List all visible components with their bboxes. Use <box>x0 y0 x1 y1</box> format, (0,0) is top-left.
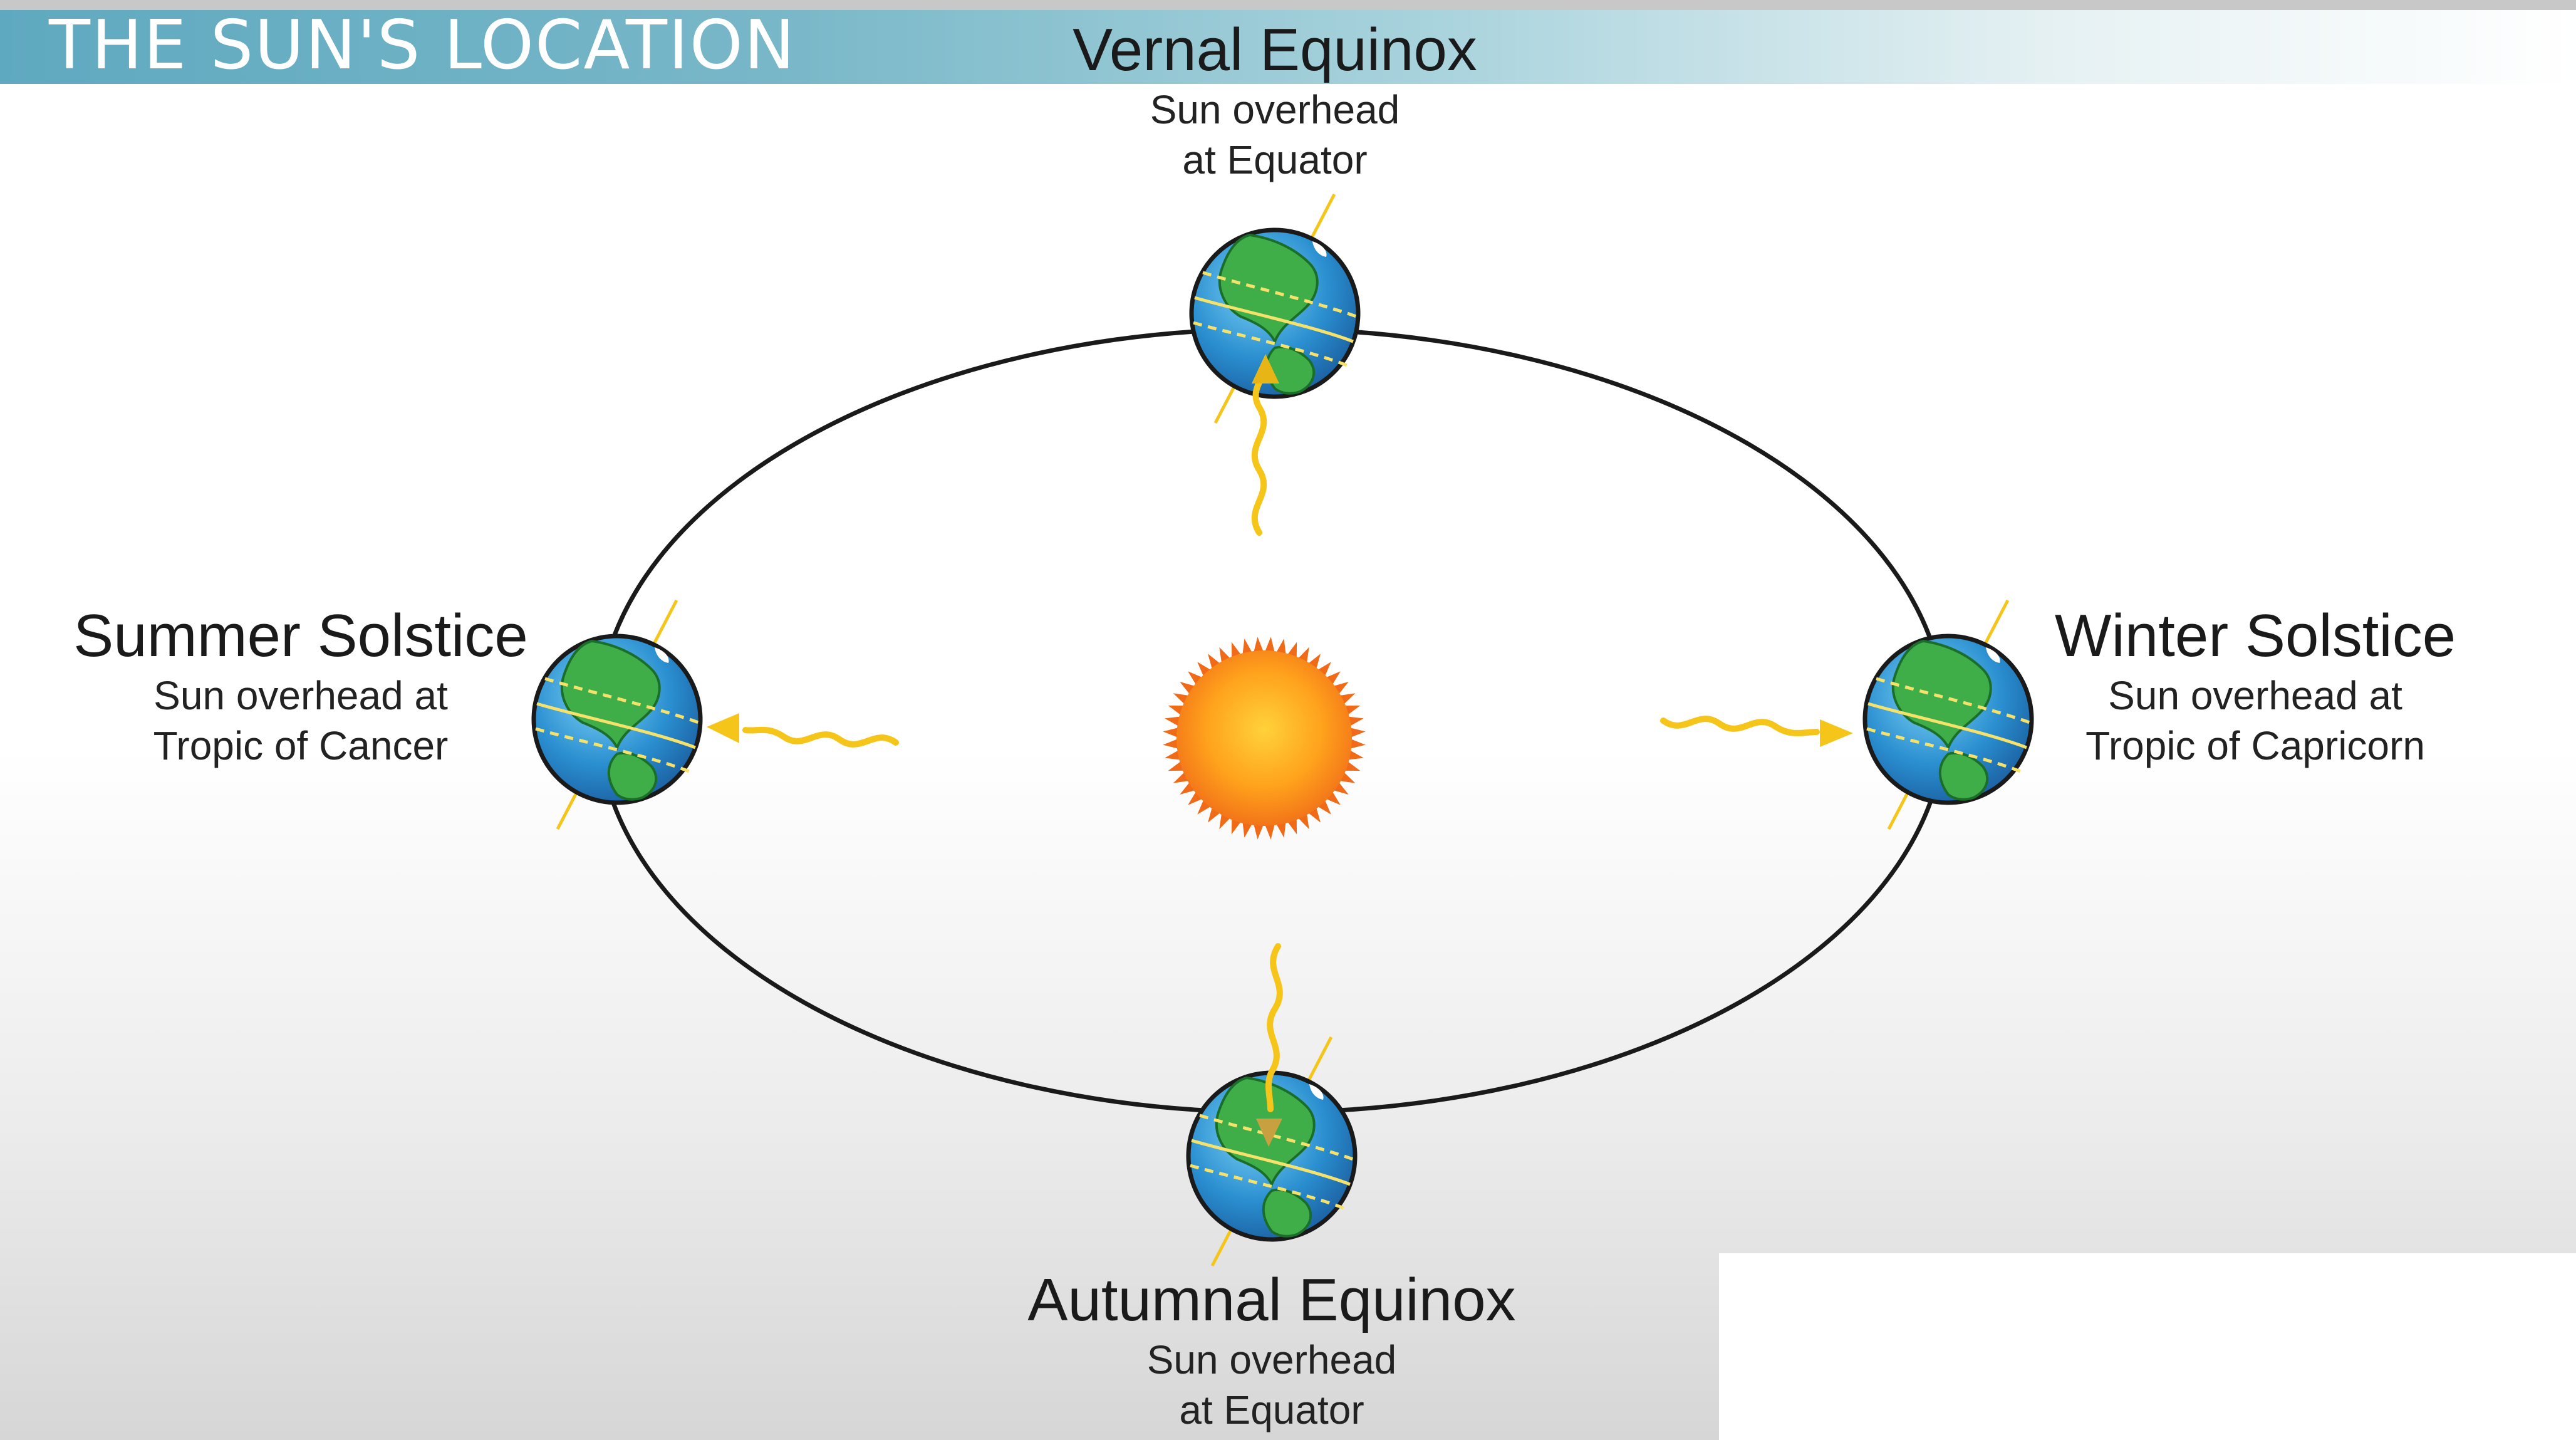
winter-solstice-title: Winter Solstice <box>2054 602 2456 669</box>
sun-ray-arrow-icon <box>707 713 899 748</box>
vernal-equinox-line1: Sun overhead <box>1150 87 1400 132</box>
earth-icon <box>1192 193 1358 424</box>
winter-solstice-line1: Sun overhead at <box>2108 673 2402 718</box>
summer-solstice-line1: Sun overhead at <box>153 673 448 718</box>
autumnal-equinox-label: Autumnal Equinox Sun overhead at Equator <box>990 1266 1554 1435</box>
white-overlay-box <box>1719 1253 2576 1440</box>
summer-solstice-title: Summer Solstice <box>73 602 528 669</box>
autumnal-equinox-title: Autumnal Equinox <box>1027 1266 1516 1333</box>
winter-solstice-label: Winter Solstice Sun overhead at Tropic o… <box>2017 602 2493 771</box>
vernal-equinox-title: Vernal Equinox <box>1072 16 1477 83</box>
earth-icon <box>1865 599 2032 830</box>
sun-ray-arrow-icon <box>1251 354 1279 536</box>
summer-solstice-label: Summer Solstice Sun overhead at Tropic o… <box>38 602 564 771</box>
vernal-equinox-label: Vernal Equinox Sun overhead at Equator <box>1021 16 1529 185</box>
vernal-equinox-line2: at Equator <box>1182 137 1368 182</box>
sun-icon <box>1163 637 1366 840</box>
autumnal-equinox-line1: Sun overhead <box>1146 1337 1397 1382</box>
autumnal-equinox-line2: at Equator <box>1179 1387 1364 1432</box>
summer-solstice-line2: Tropic of Cancer <box>153 723 449 768</box>
winter-solstice-line2: Tropic of Capricorn <box>2085 723 2425 768</box>
sun-ray-arrow-icon <box>1660 716 1853 747</box>
